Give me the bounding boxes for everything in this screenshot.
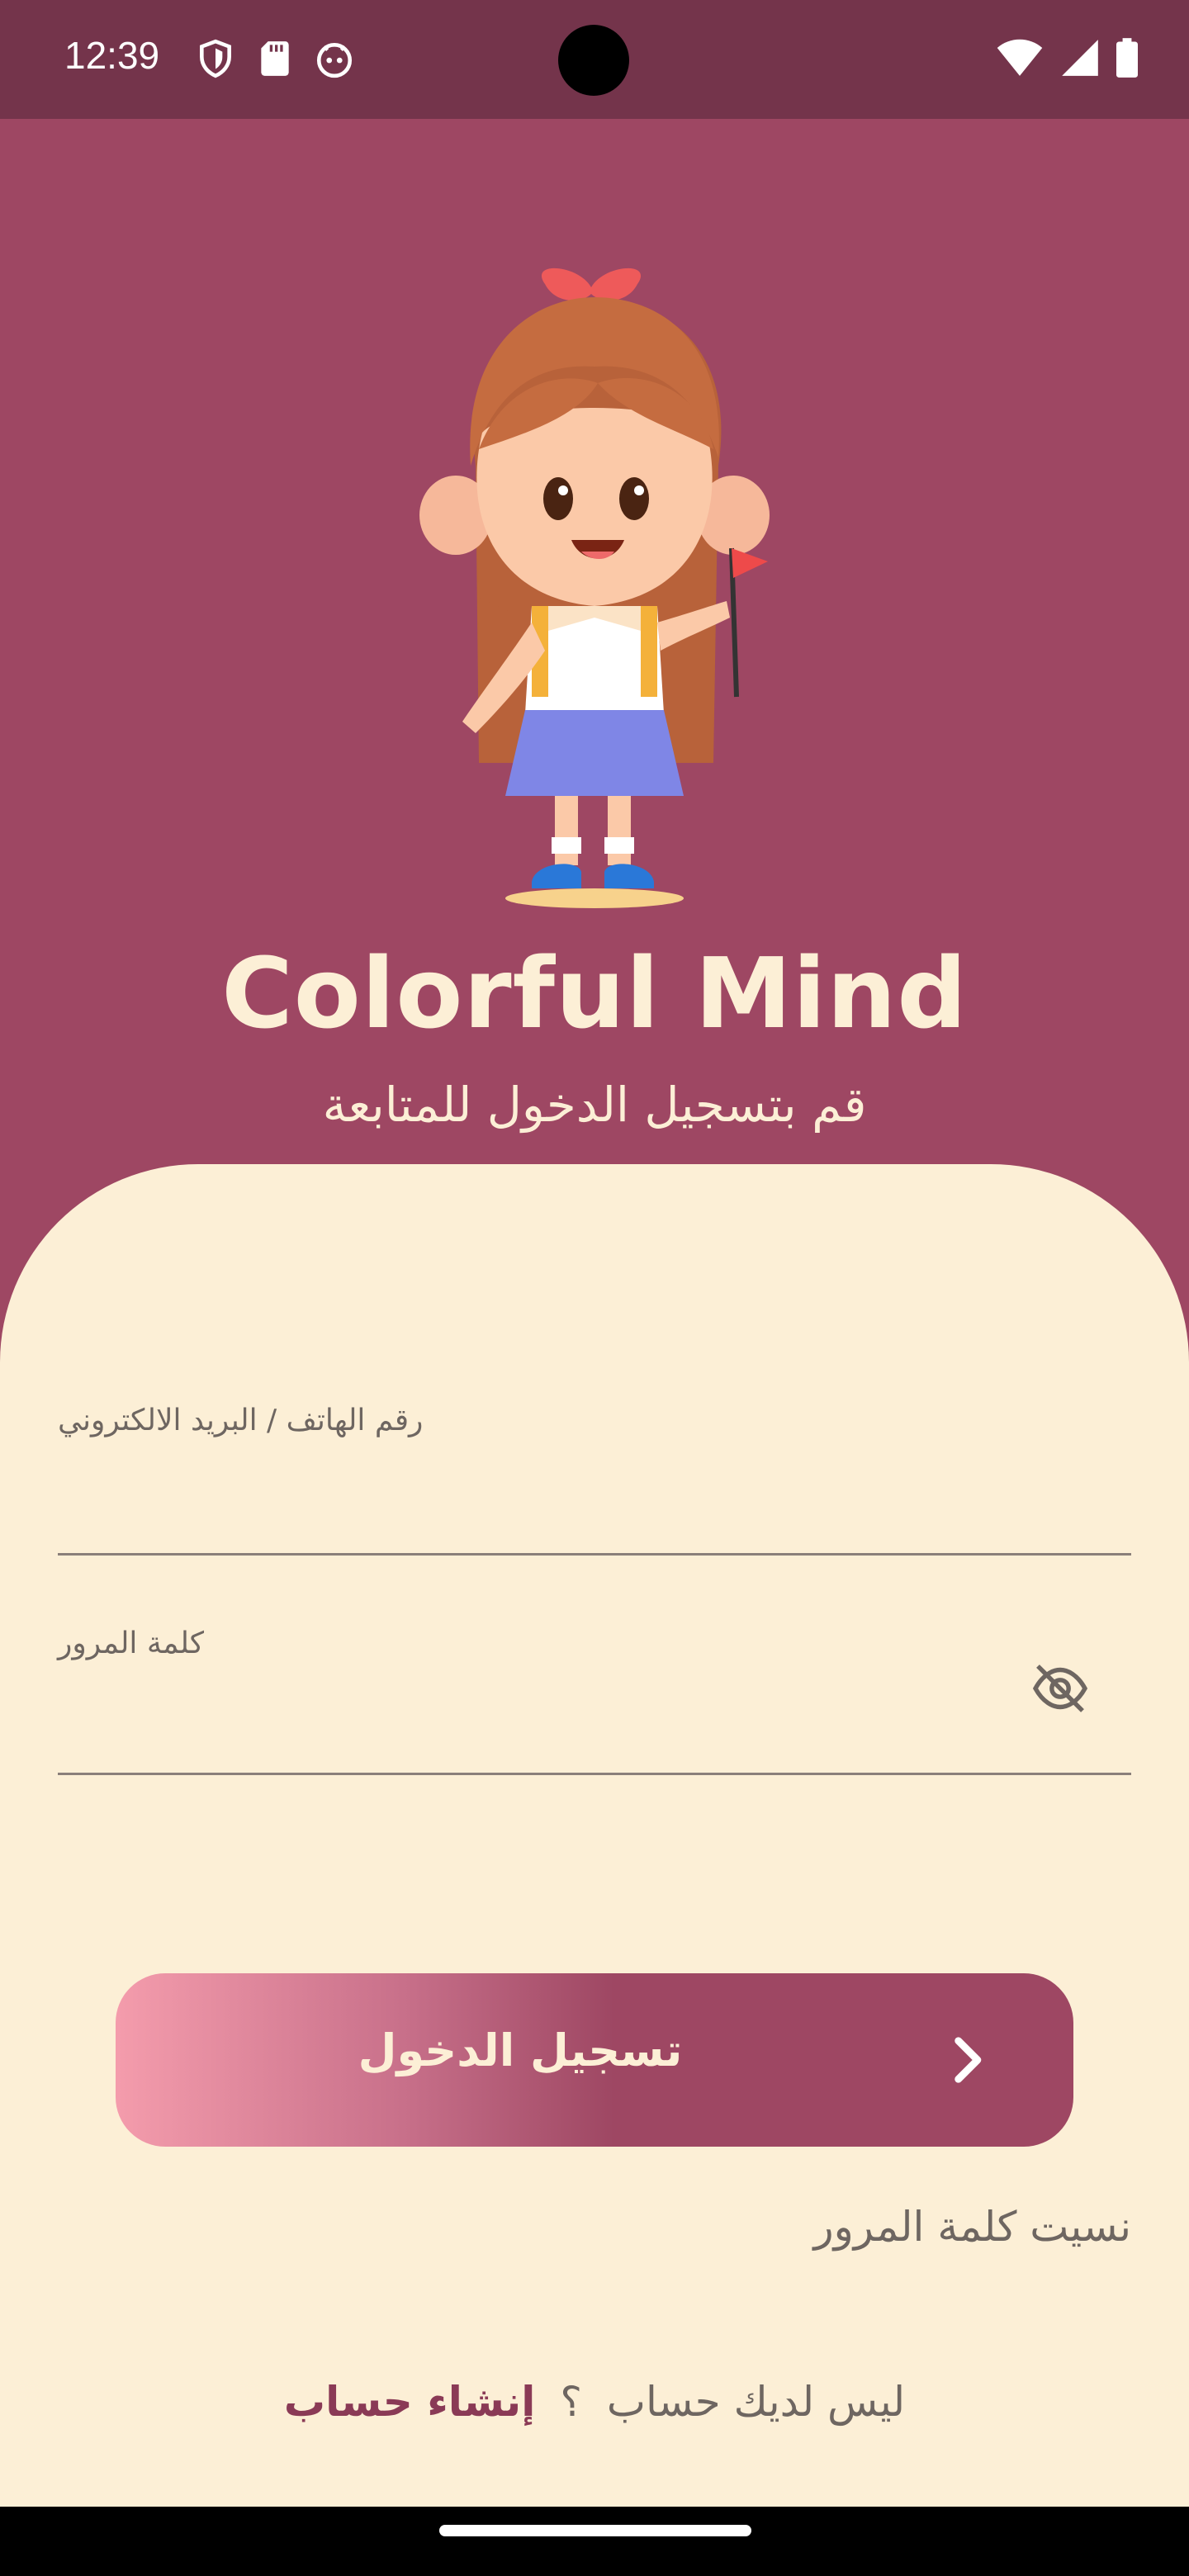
sd-card-icon xyxy=(261,41,289,76)
navigation-bar xyxy=(0,2507,1189,2576)
login-card: رقم الهاتف / البريد الالكتروني كلمة المر… xyxy=(0,1164,1189,2507)
android-face-icon xyxy=(316,43,353,78)
mascot-illustration xyxy=(419,268,770,908)
signup-prompt: ليس لديك حساب xyxy=(606,2378,906,2426)
create-account-link[interactable]: إنشاء حساب xyxy=(284,2378,535,2426)
login-button[interactable]: تسجيل الدخول xyxy=(116,1973,1073,2147)
eye-off-icon[interactable] xyxy=(1030,1659,1090,1718)
status-bar: 12:39 xyxy=(0,0,1189,119)
chevron-right-icon xyxy=(955,2037,982,2083)
wifi-icon xyxy=(997,39,1043,76)
shield-icon xyxy=(200,39,231,78)
status-icons-left xyxy=(195,38,355,79)
signup-question-mark: ؟ xyxy=(560,2378,582,2426)
signup-row: ليس لديك حساب ؟ إنشاء حساب xyxy=(0,2378,1189,2426)
app-title: Colorful Mind xyxy=(221,936,968,1050)
password-input[interactable] xyxy=(58,1702,1131,1768)
status-icons-right xyxy=(996,38,1138,78)
header: Colorful Mind قم بتسجيل الدخول للمتابعة xyxy=(0,119,1189,1192)
battery-icon xyxy=(1116,38,1138,78)
identifier-label: رقم الهاتف / البريد الالكتروني xyxy=(58,1404,424,1437)
password-label: كلمة المرور xyxy=(58,1627,205,1660)
identifier-field[interactable]: رقم الهاتف / البريد الالكتروني xyxy=(58,1404,1131,1556)
identifier-input[interactable] xyxy=(58,1482,1131,1548)
status-time: 12:39 xyxy=(64,34,160,77)
camera-cutout xyxy=(558,25,629,96)
forgot-password-link[interactable]: نسيت كلمة المرور xyxy=(814,2203,1131,2251)
login-button-label: تسجيل الدخول xyxy=(358,2024,683,2076)
signal-icon xyxy=(1062,40,1098,76)
home-indicator[interactable] xyxy=(439,2525,751,2536)
password-field[interactable]: كلمة المرور xyxy=(58,1627,1131,1775)
login-subtitle: قم بتسجيل الدخول للمتابعة xyxy=(322,1077,867,1133)
